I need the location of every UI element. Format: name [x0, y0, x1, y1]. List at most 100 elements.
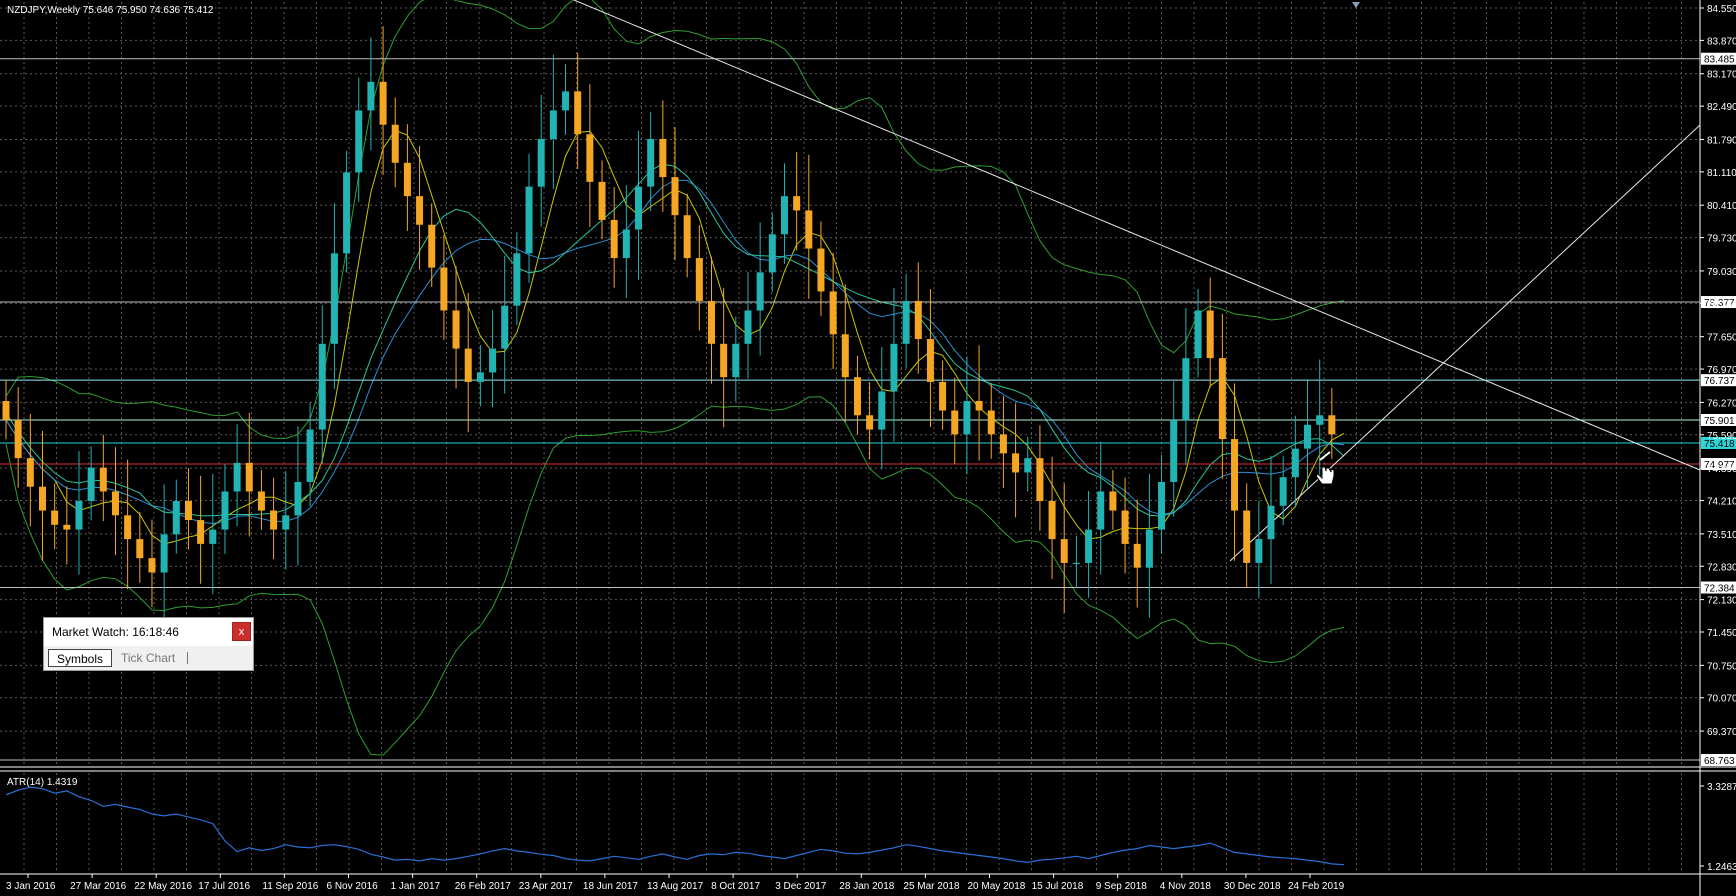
candle [257, 470, 265, 530]
candle [951, 377, 959, 464]
candle-body [659, 138, 667, 178]
time-tick-label: 30 Dec 2018 [1224, 881, 1281, 892]
price-tick-label: 75.590 [1707, 431, 1736, 442]
candle-body [780, 196, 788, 235]
price-tick-label: 76.270 [1707, 398, 1736, 409]
candle [38, 430, 46, 561]
candle-body [695, 258, 703, 301]
candle-body [440, 267, 448, 311]
tab-tick-chart[interactable]: Tick Chart [113, 649, 183, 667]
candle-body [2, 400, 10, 421]
candle [1255, 500, 1263, 598]
candle-body [805, 210, 813, 249]
candle-body [391, 124, 399, 163]
candle-body [343, 172, 351, 254]
trendlines[interactable] [573, 0, 1701, 562]
grid [0, 2, 1700, 872]
candle-body [1206, 310, 1214, 359]
price-tick-label: 69.370 [1707, 727, 1736, 738]
chart-title: NZDJPY,Weekly 75.646 75.950 74.636 75.41… [7, 5, 214, 16]
candle-body [197, 520, 205, 544]
market-watch-title: Market Watch: 16:18:46 [52, 625, 179, 639]
price-level-label: 75.901 [1704, 416, 1735, 427]
candle [379, 26, 387, 175]
candle [75, 450, 83, 575]
price-tick-label: 71.450 [1707, 628, 1736, 639]
candle [197, 475, 205, 584]
price-level-label: 83.485 [1704, 55, 1735, 66]
time-tick-label: 23 Apr 2017 [519, 881, 573, 892]
price-tick-label: 83.170 [1707, 70, 1736, 81]
candle-body [1145, 529, 1153, 568]
candle [111, 447, 119, 556]
candle [999, 395, 1007, 489]
price-tick-label: 74.890 [1707, 464, 1736, 475]
candle-body [26, 458, 34, 487]
candle-body [841, 334, 849, 378]
candle [452, 266, 460, 389]
candle-body [99, 467, 107, 492]
candle [1133, 499, 1141, 608]
candle-body [1085, 529, 1093, 563]
candle [586, 84, 594, 227]
candle-body [574, 91, 582, 135]
market-watch-titlebar[interactable]: Market Watch: 16:18:46 x [44, 618, 253, 646]
candle-body [1291, 448, 1299, 478]
candle [732, 316, 740, 402]
price-tick-label: 72.830 [1707, 562, 1736, 573]
candle-body [160, 534, 168, 573]
candle [1206, 277, 1214, 388]
candle [501, 255, 509, 394]
atr-line [5, 786, 1345, 866]
market-watch-window[interactable]: Market Watch: 16:18:46 x Symbols Tick Ch… [43, 617, 254, 671]
price-level-label: 76.737 [1704, 376, 1735, 387]
time-tick-label: 9 Sep 2018 [1096, 881, 1148, 892]
time-tick-label: 22 May 2016 [134, 881, 192, 892]
candle [805, 154, 813, 299]
candle-body [1182, 358, 1190, 421]
horizontal-levels[interactable]: 83.48578.37776.73775.90175.41874.97772.3… [0, 52, 1736, 767]
price-tick-label: 79.730 [1707, 234, 1736, 245]
candle-body [622, 229, 630, 259]
price-tick-label: 70.070 [1707, 694, 1736, 705]
candle [1036, 425, 1044, 531]
candle [318, 305, 326, 465]
time-tick-label: 18 Jun 2017 [583, 881, 638, 892]
candle [720, 288, 728, 428]
candle [476, 345, 484, 407]
candle-body [1279, 477, 1287, 506]
candle [172, 479, 180, 554]
candle [160, 484, 168, 618]
candle-body [999, 434, 1007, 454]
close-button[interactable]: x [232, 622, 251, 641]
candle-body [513, 253, 521, 306]
candle-body [403, 162, 411, 197]
candle-body [87, 467, 95, 502]
candle-body [501, 305, 509, 349]
candles [2, 26, 1336, 618]
candle [1085, 491, 1093, 598]
tab-symbols[interactable]: Symbols [48, 649, 113, 667]
candle-body [1243, 510, 1251, 563]
candle-body [1109, 491, 1117, 511]
candle-body [549, 110, 557, 139]
candle-body [148, 558, 156, 573]
candle [2, 379, 10, 440]
candle [1328, 388, 1336, 459]
candle [890, 288, 898, 442]
chart-area[interactable]: 83.48578.37776.73775.90175.41874.97772.3… [0, 0, 1736, 896]
price-tick-label: 79.030 [1707, 267, 1736, 278]
candle-body [756, 272, 764, 311]
candle-body [1048, 501, 1056, 540]
candle-body [1121, 510, 1129, 544]
candle [367, 37, 375, 151]
candle [744, 271, 752, 379]
candle-body [257, 491, 265, 511]
candle [99, 434, 107, 522]
time-tick-label: 6 Nov 2016 [327, 881, 379, 892]
atr-tick-label: 3.3287 [1707, 782, 1736, 793]
time-tick-label: 11 Sep 2016 [262, 881, 318, 892]
candle [562, 64, 570, 135]
candle [829, 252, 837, 370]
candle [1304, 380, 1312, 489]
